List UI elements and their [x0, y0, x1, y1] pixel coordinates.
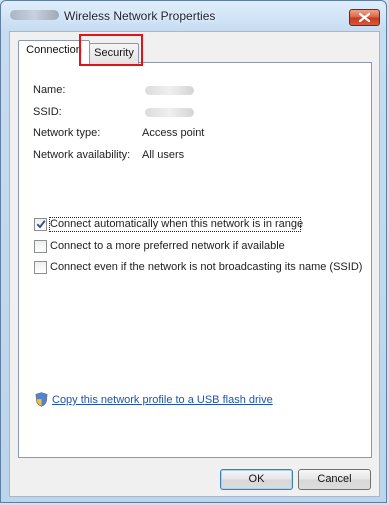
- window-title: Wireless Network Properties: [64, 9, 216, 23]
- connect-automatically-label[interactable]: Connect automatically when this network …: [50, 217, 303, 231]
- connect-hidden-network-checkbox[interactable]: [34, 261, 47, 274]
- connect-automatically-checkbox[interactable]: [34, 218, 47, 231]
- cancel-button[interactable]: Cancel: [298, 469, 371, 490]
- wireless-network-properties-window: Wireless Network Properties Connection S…: [0, 0, 387, 503]
- blurred-ssid-value: [145, 108, 194, 117]
- tab-connection[interactable]: Connection: [18, 40, 90, 63]
- connect-hidden-network-label[interactable]: Connect even if the network is not broad…: [50, 260, 362, 274]
- connection-tab-panel: Name: SSID: Network type: Access point N…: [18, 62, 372, 458]
- network-type-label: Network type:: [33, 127, 101, 139]
- name-label: Name:: [33, 84, 66, 96]
- close-icon: [358, 12, 371, 23]
- network-availability-value: All users: [142, 149, 185, 161]
- blurred-name-value: [145, 86, 194, 95]
- network-type-value: Access point: [142, 127, 205, 139]
- checkmark-icon: [36, 220, 46, 229]
- copy-profile-usb-link[interactable]: Copy this network profile to a USB flash…: [52, 393, 273, 407]
- ssid-label: SSID:: [33, 106, 62, 118]
- blurred-network-name: [10, 10, 59, 20]
- close-button[interactable]: [349, 9, 380, 26]
- ok-button[interactable]: OK: [220, 469, 293, 490]
- preferred-network-checkbox[interactable]: [34, 240, 47, 253]
- dialog-body: Connection Security Name: SSID: Network …: [9, 31, 380, 497]
- tab-security[interactable]: Security: [89, 43, 139, 64]
- shield-icon: [35, 392, 48, 407]
- preferred-network-label[interactable]: Connect to a more preferred network if a…: [50, 239, 285, 253]
- network-availability-label: Network availability:: [33, 149, 131, 161]
- title-bar[interactable]: Wireless Network Properties: [1, 1, 386, 30]
